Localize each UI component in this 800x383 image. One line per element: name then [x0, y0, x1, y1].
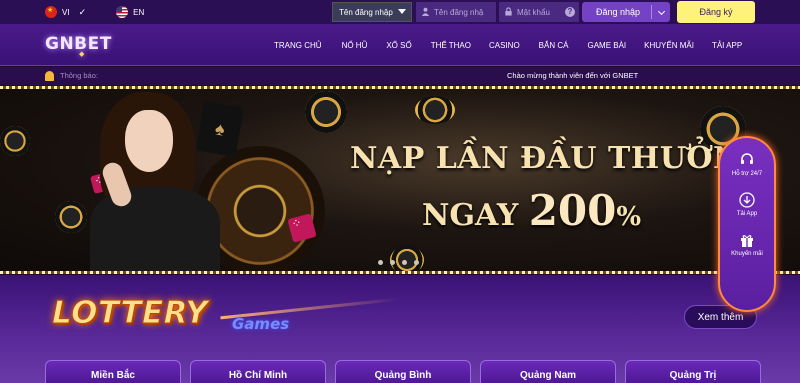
check-icon: ✓ — [78, 6, 87, 17]
promo-headline: NẠP LẦN ĐẦU THƯỞNG — [350, 141, 768, 176]
download-app-label: Tải App — [736, 211, 758, 217]
login-type-select[interactable]: Tên đăng nhập — [332, 2, 412, 22]
notice-bar: Thông báo: Chào mừng thành viên đến với … — [0, 67, 800, 85]
support-link[interactable]: Hỗ trợ 24/7 — [732, 152, 762, 178]
nav-item-sports[interactable]: THỂ THAO — [431, 41, 471, 50]
model-image — [85, 92, 225, 274]
carousel-dot[interactable] — [414, 260, 419, 265]
section-title: LOTTERY — [51, 295, 209, 332]
us-flag-icon — [116, 6, 129, 18]
vietnam-flag-icon — [45, 6, 57, 18]
promo-banner[interactable]: ♠ NẠP LẦN ĐẦU THƯỞNG NGAY 200% — [0, 86, 800, 274]
tab-quang-tri[interactable]: Quảng Trị — [625, 360, 761, 383]
nav-menu: TRANG CHỦ NỔ HŨ XỔ SỐ THỂ THAO CASINO BẮ… — [274, 24, 742, 66]
floating-side-panel: Hỗ trợ 24/7 Tải App Khuyến mãi — [718, 136, 776, 312]
bell-icon — [45, 71, 54, 81]
tab-quang-nam[interactable]: Quảng Nam — [480, 360, 616, 383]
download-icon — [739, 192, 755, 208]
nav-item-home[interactable]: TRANG CHỦ — [274, 41, 322, 50]
logo[interactable]: GNBET ◆ — [45, 34, 112, 58]
promo-percent: % — [616, 202, 642, 232]
support-label: Hỗ trợ 24/7 — [731, 171, 763, 177]
banner-light-border — [0, 271, 800, 274]
tab-mien-bac[interactable]: Miền Bắc — [45, 360, 181, 383]
banner-light-border — [0, 86, 800, 89]
page: VI ✓ EN Tên đăng nhập Tên đăng nhậ Mật k… — [0, 0, 800, 383]
language-en[interactable]: EN — [116, 6, 144, 18]
notice-marquee: Chào mừng thành viên đến với GNBET — [507, 71, 639, 80]
login-type-value: Tên đăng nhập — [339, 7, 393, 17]
nav-item-lottery[interactable]: XỔ SỐ — [386, 41, 411, 50]
section-subtitle: Games — [232, 315, 290, 333]
carousel-dots — [378, 260, 419, 265]
lock-icon — [505, 7, 512, 16]
language-vi[interactable]: VI ✓ — [45, 6, 86, 18]
casino-chip-image — [415, 96, 455, 124]
user-icon — [421, 7, 430, 16]
casino-chip-image — [0, 126, 30, 156]
nav-item-promotions[interactable]: KHUYẾN MÃI — [644, 41, 694, 50]
top-bar: VI ✓ EN Tên đăng nhập Tên đăng nhậ Mật k… — [0, 0, 800, 24]
headset-icon — [741, 153, 753, 164]
tab-ho-chi-minh[interactable]: Hồ Chí Minh — [190, 360, 326, 383]
nav-item-fishing[interactable]: BẮN CÁ — [539, 41, 569, 50]
nav-item-casino[interactable]: CASINO — [489, 41, 520, 50]
chevron-down-icon[interactable] — [657, 7, 666, 16]
promotion-link[interactable]: Khuyến mãi — [731, 232, 763, 258]
gift-icon — [741, 235, 753, 247]
password-field[interactable]: Mật khẩu ? — [499, 2, 579, 22]
carousel-dot[interactable] — [378, 260, 383, 265]
username-placeholder: Tên đăng nhậ — [434, 7, 484, 17]
promo-prefix: NGAY — [422, 198, 519, 233]
login-button[interactable]: Đăng nhập — [582, 2, 670, 22]
caret-down-icon — [398, 9, 406, 14]
nav-item-slots[interactable]: NỔ HŨ — [342, 41, 368, 50]
diamond-icon: ◆ — [79, 50, 85, 58]
carousel-dot[interactable] — [390, 260, 395, 265]
language-en-label: EN — [133, 7, 145, 17]
notice-label: Thông báo: — [60, 71, 98, 80]
promo-subline: NGAY 200% — [422, 186, 641, 235]
nav-item-card-games[interactable]: GAME BÀI — [587, 41, 626, 50]
region-tabs: Miền Bắc Hồ Chí Minh Quảng Bình Quảng Na… — [45, 360, 761, 383]
promo-amount: 200 — [528, 186, 617, 235]
help-icon[interactable]: ? — [565, 7, 575, 17]
promotion-label: Khuyến mãi — [731, 251, 763, 257]
register-button[interactable]: Đăng ký — [677, 1, 755, 23]
username-field[interactable]: Tên đăng nhậ — [416, 2, 496, 22]
download-app-link[interactable]: Tải App — [737, 192, 757, 218]
tab-quang-binh[interactable]: Quảng Bình — [335, 360, 471, 383]
nav-item-download-app[interactable]: TẢI APP — [712, 41, 742, 50]
casino-chip-image — [305, 91, 347, 133]
password-placeholder: Mật khẩu — [517, 7, 550, 17]
lottery-section: LOTTERY Games Xem thêm Miền Bắc Hồ Chí M… — [0, 275, 800, 383]
login-button-label: Đăng nhập — [596, 7, 641, 17]
language-vi-label: VI — [62, 7, 70, 17]
divider — [651, 5, 652, 19]
casino-chip-image — [55, 201, 87, 233]
main-nav: GNBET ◆ TRANG CHỦ NỔ HŨ XỔ SỐ THỂ THAO C… — [0, 24, 800, 66]
carousel-dot[interactable] — [402, 260, 407, 265]
